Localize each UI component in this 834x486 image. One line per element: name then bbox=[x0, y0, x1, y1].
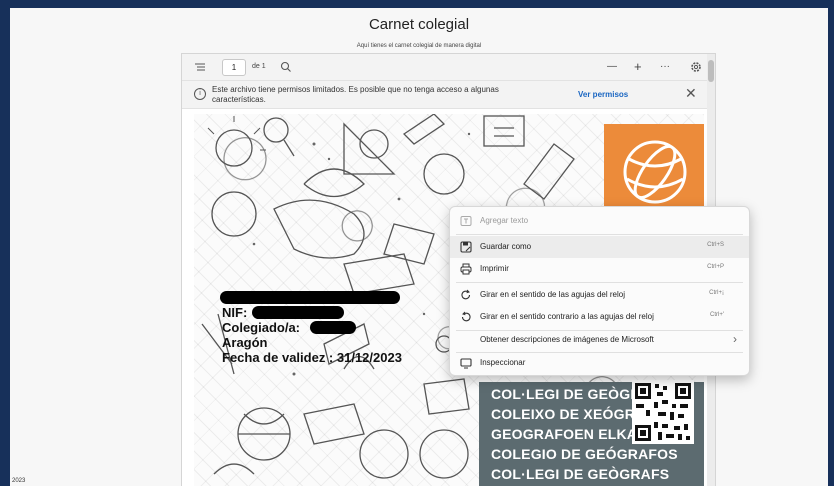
menu-item-print[interactable]: Imprimir Ctrl+P bbox=[450, 258, 749, 280]
page-number-input[interactable]: 1 bbox=[222, 59, 246, 76]
page-title: Carnet colegial bbox=[368, 16, 470, 33]
menu-separator bbox=[456, 282, 743, 283]
menu-item-label: Agregar texto bbox=[480, 216, 529, 225]
page-subtitle: Aquí tienes el carnet colegial de manera… bbox=[356, 43, 482, 49]
menu-item-shortcut: Ctrl+S bbox=[707, 242, 724, 248]
scrollbar-thumb[interactable] bbox=[708, 60, 714, 82]
menu-item-rotate-clockwise[interactable]: Girar en el sentido de las agujas del re… bbox=[450, 284, 749, 306]
footer-year: 2023 bbox=[12, 478, 26, 484]
inspect-icon bbox=[460, 358, 472, 369]
contents-icon[interactable] bbox=[194, 54, 206, 80]
permissions-notice: i Este archivo tiene permisos limitados.… bbox=[182, 81, 715, 109]
redacted-member-number bbox=[310, 321, 356, 334]
menu-separator bbox=[456, 234, 743, 235]
college-name-line: COLEGIO DE GEÓGRAFOS bbox=[491, 446, 678, 462]
add-text-icon bbox=[460, 216, 472, 226]
info-icon: i bbox=[194, 88, 206, 100]
college-logo bbox=[604, 124, 704, 209]
menu-item-inspect[interactable]: Inspeccionar bbox=[450, 352, 749, 374]
close-icon[interactable]: ✕ bbox=[685, 85, 697, 102]
viewer-toolbar: 1 de 1 — + ··· bbox=[182, 54, 715, 81]
rotate-clockwise-icon bbox=[461, 289, 471, 300]
globe-logo-icon bbox=[623, 140, 687, 204]
view-permissions-link[interactable]: Ver permisos bbox=[578, 90, 628, 99]
menu-item-label: Inspeccionar bbox=[480, 358, 526, 367]
menu-item-save-as[interactable]: Guardar como Ctrl+S bbox=[450, 236, 749, 258]
nif-label: NIF: bbox=[222, 305, 248, 320]
menu-item-rotate-counterclockwise[interactable]: Girar en el sentido contrario a las aguj… bbox=[450, 306, 749, 328]
menu-item-label: Obtener descripciones de imágenes de Mic… bbox=[480, 335, 654, 344]
validity-label: Fecha de validez : 31/12/2023 bbox=[222, 350, 402, 365]
context-menu: Agregar texto Guardar como Ctrl+S Imprim… bbox=[449, 206, 750, 376]
colegiado-label: Colegiado/a: bbox=[222, 320, 301, 335]
menu-item-label: Imprimir bbox=[480, 264, 509, 273]
menu-item-shortcut: Ctrl+P bbox=[707, 264, 724, 270]
menu-item-add-text: Agregar texto bbox=[450, 210, 749, 232]
menu-item-label: Girar en el sentido de las agujas del re… bbox=[480, 290, 625, 299]
printer-icon bbox=[460, 263, 472, 275]
zoom-in-button[interactable]: + bbox=[634, 54, 642, 80]
zoom-out-button[interactable]: — bbox=[607, 54, 617, 80]
notice-text: Este archivo tiene permisos limitados. E… bbox=[212, 85, 499, 104]
rotate-counterclockwise-icon bbox=[461, 311, 471, 322]
save-as-icon bbox=[460, 241, 472, 253]
gear-icon[interactable] bbox=[690, 54, 702, 80]
qr-code bbox=[632, 380, 694, 444]
menu-item-image-descriptions[interactable]: Obtener descripciones de imágenes de Mic… bbox=[450, 329, 749, 351]
chevron-right-icon: › bbox=[733, 332, 737, 346]
search-icon[interactable] bbox=[280, 54, 292, 80]
menu-item-shortcut: Ctrl+¡ bbox=[709, 290, 724, 296]
menu-item-label: Guardar como bbox=[480, 242, 532, 251]
menu-item-shortcut: Ctrl+' bbox=[710, 312, 724, 318]
page-count-label: de 1 bbox=[252, 63, 266, 70]
more-options-button[interactable]: ··· bbox=[660, 54, 670, 80]
redacted-nif bbox=[252, 306, 344, 319]
member-details: NIF: Colegiado/a: Aragón Fecha de valide… bbox=[220, 290, 402, 365]
region-label: Aragón bbox=[222, 335, 268, 350]
redacted-name bbox=[220, 291, 400, 304]
menu-item-label: Girar en el sentido contrario a las aguj… bbox=[480, 312, 654, 321]
college-name-line: COL·LEGI DE GEÒGRAFS bbox=[491, 466, 670, 482]
